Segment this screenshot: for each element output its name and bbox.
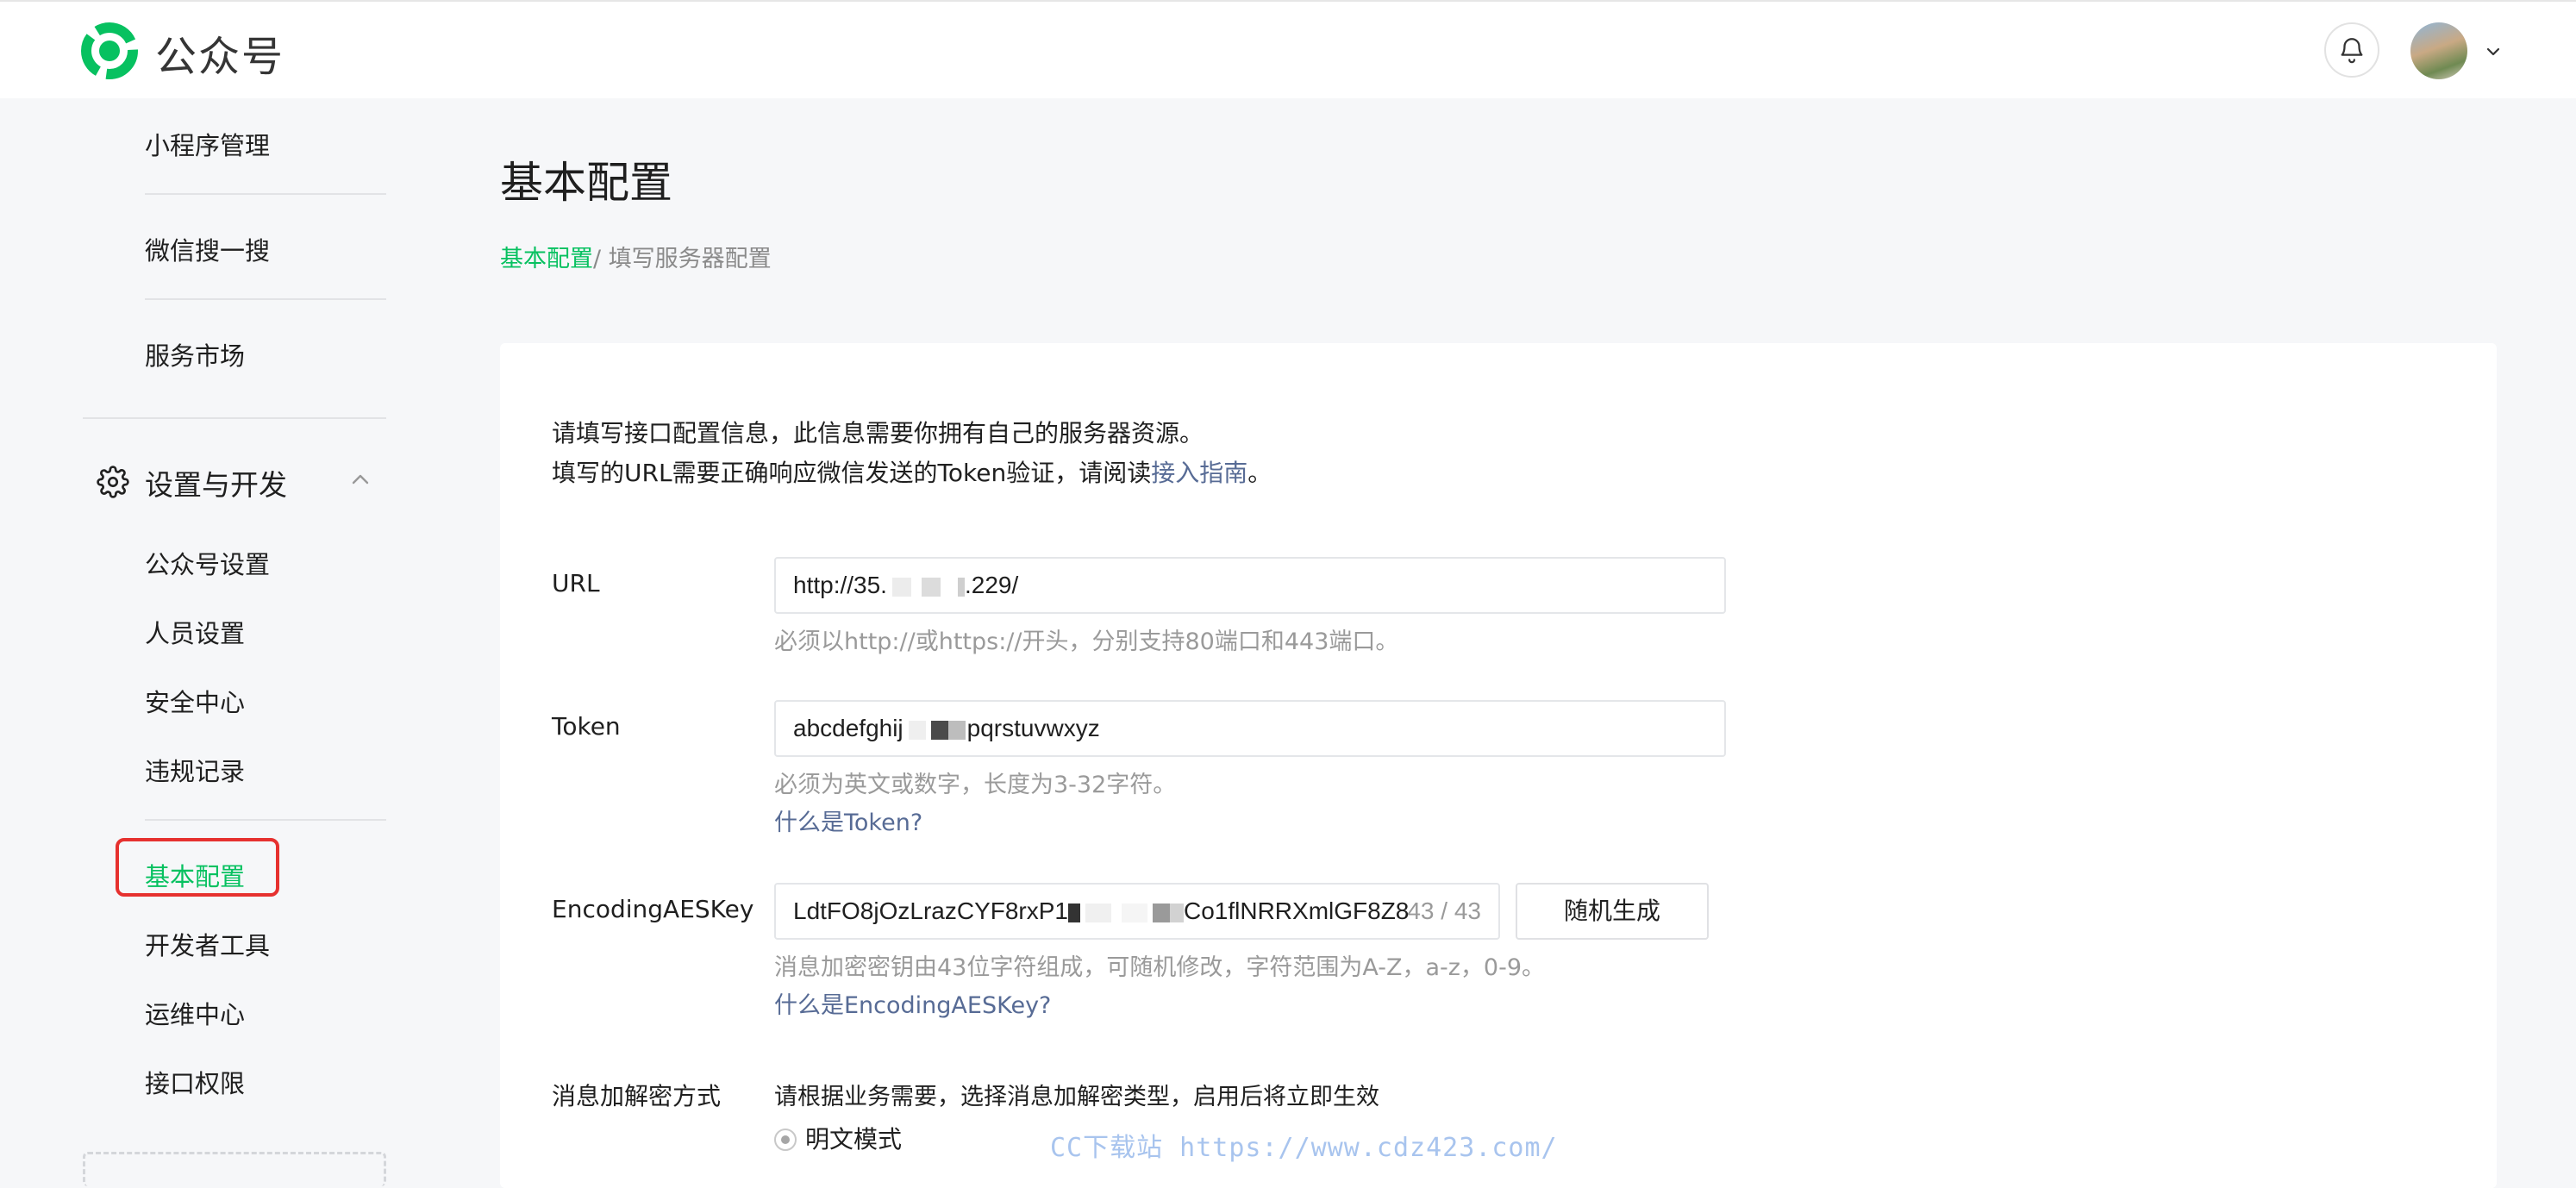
- sidebar-item-member-settings[interactable]: 人员设置: [145, 614, 245, 650]
- what-is-token-link[interactable]: 什么是Token?: [774, 803, 922, 837]
- sidebar-section-settings-dev[interactable]: 设置与开发: [97, 453, 390, 505]
- avatar[interactable]: [2410, 22, 2467, 79]
- access-guide-link[interactable]: 接入指南: [1151, 459, 1247, 487]
- token-input[interactable]: abcdefghij pqrstuvwxyz: [774, 700, 1726, 757]
- redacted-mask: [1068, 903, 1080, 922]
- page-title: 基本配置: [500, 158, 672, 208]
- sidebar-item-service-market[interactable]: 服务市场: [145, 336, 245, 372]
- url-label: URL: [552, 569, 600, 597]
- breadcrumb-current: 填写服务器配置: [608, 246, 772, 272]
- token-value-start: abcdefghij: [793, 715, 903, 741]
- sidebar-divider: [145, 819, 386, 821]
- intro-line-2-end: 。: [1247, 459, 1272, 487]
- sidebar-item-wechat-search[interactable]: 微信搜一搜: [145, 231, 270, 267]
- redacted-mask: [1085, 903, 1111, 922]
- redacted-mask: [921, 577, 941, 597]
- aeskey-char-counter: 43 / 43: [1407, 897, 1481, 924]
- intro-line-2: 填写的URL需要正确响应微信发送的Token验证，请阅读接入指南。: [552, 453, 1272, 493]
- url-value-start: http://35.: [793, 572, 887, 598]
- aeskey-label: EncodingAESKey: [552, 895, 754, 923]
- url-input[interactable]: http://35. .229/: [774, 557, 1726, 614]
- redacted-mask: [891, 577, 911, 597]
- sidebar-dashed-panel: [83, 1152, 386, 1186]
- chevron-up-icon[interactable]: [347, 466, 374, 493]
- token-value-end: pqrstuvwxyz: [966, 715, 1100, 741]
- radio-plaintext-mode[interactable]: 明文模式: [774, 1121, 902, 1155]
- random-generate-button[interactable]: 随机生成: [1516, 883, 1709, 940]
- breadcrumb: 基本配置/ 填写服务器配置: [500, 240, 772, 273]
- sidebar-item-developer-tools[interactable]: 开发者工具: [145, 926, 270, 962]
- what-is-aeskey-link[interactable]: 什么是EncodingAESKey?: [774, 986, 1051, 1020]
- sidebar-item-violation-records[interactable]: 违规记录: [145, 752, 245, 788]
- token-label: Token: [552, 712, 621, 741]
- token-hint: 必须为英文或数字，长度为3-32字符。: [774, 772, 1177, 798]
- redacted-mask: [930, 720, 948, 740]
- bell-icon: [2341, 38, 2363, 64]
- config-card: 请填写接口配置信息，此信息需要你拥有自己的服务器资源。 填写的URL需要正确响应…: [500, 343, 2497, 1188]
- chevron-down-icon[interactable]: [2483, 41, 2504, 62]
- top-bar: 公众号: [0, 0, 2576, 98]
- url-hint: 必须以http://或https://开头，分别支持80端口和443端口。: [774, 628, 1399, 655]
- sidebar-item-miniprogram[interactable]: 小程序管理: [145, 126, 270, 162]
- aeskey-value-end: Co1flNRRXmlGF8Z8: [1184, 897, 1410, 924]
- radio-label: 明文模式: [805, 1125, 903, 1154]
- watermark: CC下载站 https://www.cdz423.com/: [1050, 1133, 1558, 1163]
- sidebar-item-account-settings[interactable]: 公众号设置: [145, 545, 270, 581]
- url-value-end: .229/: [964, 572, 1019, 598]
- redacted-mask: [1170, 903, 1184, 922]
- redacted-mask: [957, 577, 965, 597]
- aeskey-value-start: LdtFO8jOzLrazCYF8rxP1: [793, 897, 1068, 924]
- aeskey-hint: 消息加密密钥由43位字符组成，可随机修改，字符范围为A-Z，a-z，0-9。: [774, 954, 1546, 981]
- sidebar-item-api-permissions[interactable]: 接口权限: [145, 1064, 245, 1100]
- redacted-mask: [908, 720, 926, 740]
- redacted-mask: [947, 720, 966, 740]
- intro-text: 请填写接口配置信息，此信息需要你拥有自己的服务器资源。 填写的URL需要正确响应…: [552, 414, 1272, 493]
- breadcrumb-link[interactable]: 基本配置: [500, 246, 593, 272]
- sidebar-item-security-center[interactable]: 安全中心: [145, 683, 245, 719]
- sidebar-divider: [145, 298, 386, 300]
- redacted-mask: [1122, 903, 1147, 922]
- aeskey-input[interactable]: LdtFO8jOzLrazCYF8rxP1 Co1flNRRXmlGF8Z8 43…: [774, 883, 1500, 940]
- sidebar-item-ops-center[interactable]: 运维中心: [145, 995, 245, 1031]
- encrypt-mode-description: 请根据业务需要，选择消息加解密类型，启用后将立即生效: [774, 1084, 1379, 1110]
- encrypt-mode-label: 消息加解密方式: [552, 1082, 722, 1110]
- gear-icon: [97, 466, 129, 498]
- redacted-mask: [1153, 903, 1170, 922]
- sidebar-section-label: 设置与开发: [145, 468, 287, 502]
- intro-line-1: 请填写接口配置信息，此信息需要你拥有自己的服务器资源。: [552, 419, 1204, 447]
- app-name[interactable]: 公众号: [155, 22, 284, 83]
- intro-line-2-text: 填写的URL需要正确响应微信发送的Token验证，请阅读: [552, 459, 1152, 487]
- radio-button[interactable]: [774, 1129, 797, 1151]
- sidebar: 小程序管理 微信搜一搜 服务市场 设置与开发 公众号设置 人员设置 安全中心 违…: [0, 98, 448, 1186]
- logo-icon[interactable]: [79, 21, 140, 81]
- breadcrumb-separator: /: [593, 246, 609, 272]
- sidebar-item-basic-config[interactable]: 基本配置: [145, 857, 245, 893]
- sidebar-divider: [83, 417, 386, 419]
- sidebar-divider: [145, 193, 386, 195]
- notification-button[interactable]: [2324, 22, 2379, 78]
